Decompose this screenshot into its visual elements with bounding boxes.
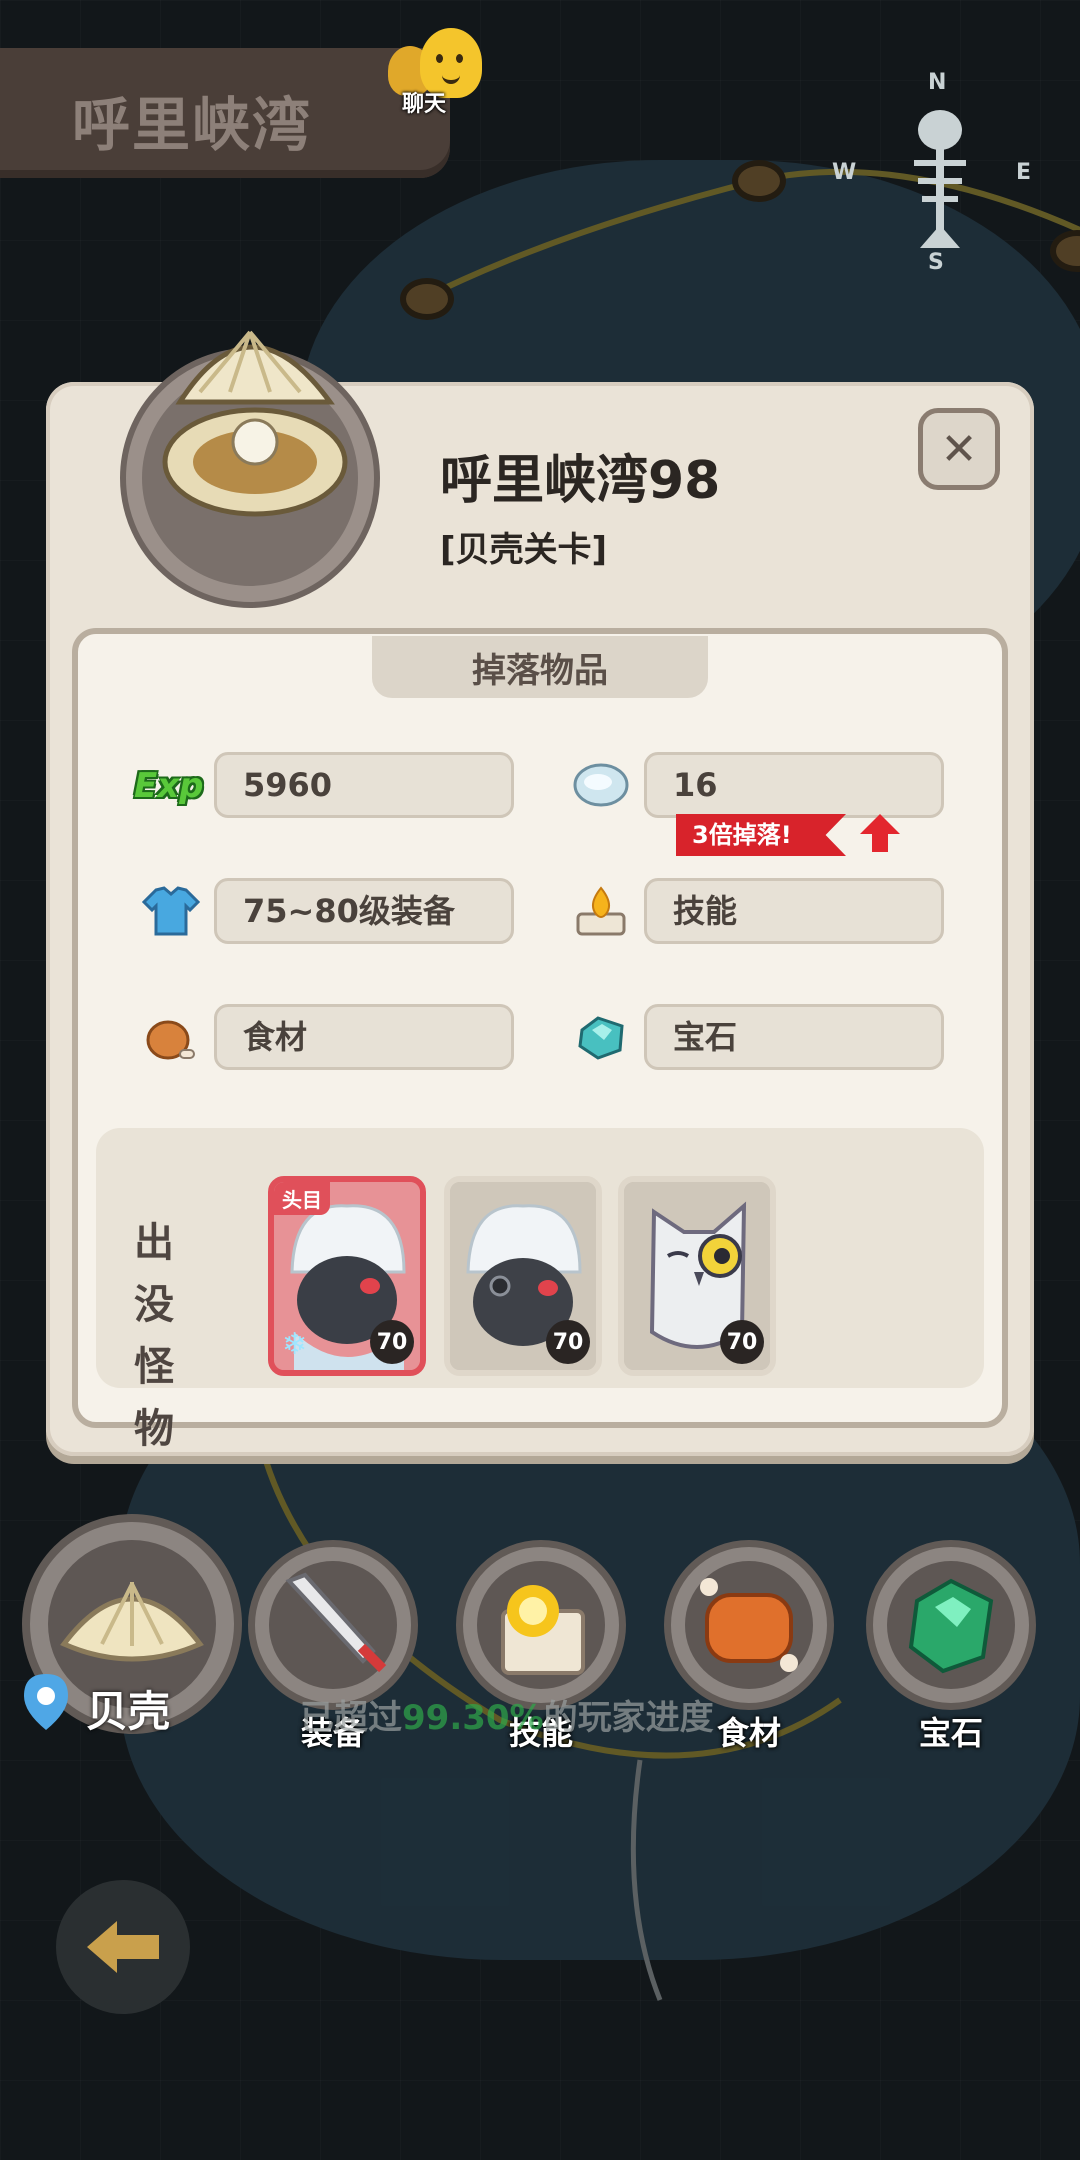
drop-equipment: 75~80级装备 bbox=[134, 878, 534, 944]
stage-title: 呼里峡湾98 bbox=[440, 451, 721, 511]
drop-shell-value: 16 bbox=[644, 752, 944, 818]
drop-equipment-value: 75~80级装备 bbox=[214, 878, 514, 944]
category-button-skill[interactable] bbox=[456, 1540, 626, 1710]
drop-food-value: 食材 bbox=[214, 1004, 514, 1070]
drop-exp-value: 5960 bbox=[214, 752, 514, 818]
gem-icon bbox=[578, 1016, 624, 1060]
fish-skeleton-icon bbox=[914, 110, 966, 248]
drop-gem-value: 宝石 bbox=[644, 1004, 944, 1070]
shell-currency-icon bbox=[573, 763, 629, 807]
skill-flame-icon bbox=[576, 886, 626, 936]
category-button-food[interactable] bbox=[664, 1540, 834, 1710]
drop-food: 食材 bbox=[134, 1004, 534, 1070]
monster-card-yeti-boss[interactable]: 头目 ❄ 70 bbox=[268, 1176, 426, 1376]
shell-icon bbox=[162, 330, 348, 517]
area-title-plate: 呼里峡湾 bbox=[0, 48, 450, 178]
drop-skill: 技能 bbox=[564, 878, 964, 944]
monster-card-yeti[interactable]: 70 bbox=[444, 1176, 602, 1376]
current-location-label: 贝壳 bbox=[86, 1687, 171, 1736]
chat-button[interactable]: 聊天 bbox=[384, 28, 494, 117]
compass-east: E bbox=[1016, 160, 1032, 185]
exp-icon: Exp bbox=[134, 766, 204, 806]
back-arrow-icon bbox=[87, 1921, 159, 1973]
monster-card-owl[interactable]: 70 bbox=[618, 1176, 776, 1376]
sword-icon bbox=[285, 1572, 387, 1673]
drop-exp: Exp 5960 bbox=[134, 752, 534, 818]
skill-scroll-icon bbox=[501, 1585, 585, 1675]
monster-level: 70 bbox=[720, 1320, 764, 1364]
drop-gem: 宝石 bbox=[564, 1004, 964, 1070]
player-progress-text: 已超过99.30%的玩家进度 bbox=[300, 1698, 714, 1738]
food-meat-icon bbox=[146, 1020, 195, 1060]
back-button[interactable] bbox=[56, 1880, 190, 2014]
boss-tag: 头目 bbox=[274, 1182, 330, 1215]
triple-drop-tag: 3倍掉落! bbox=[676, 814, 846, 856]
category-button-gem[interactable] bbox=[866, 1540, 1036, 1710]
stage-icon-frame bbox=[120, 312, 390, 608]
meat-icon bbox=[700, 1578, 798, 1672]
up-arrow-icon bbox=[860, 814, 900, 852]
equipment-shirt-icon bbox=[142, 886, 200, 936]
compass-west: W bbox=[832, 160, 857, 185]
compass-north: N bbox=[928, 70, 947, 95]
monster-level: 70 bbox=[370, 1320, 414, 1364]
drop-shell: 16 bbox=[564, 752, 964, 818]
monsters-label: 出没怪物 bbox=[134, 1220, 174, 1452]
drops-heading: 掉落物品 bbox=[372, 636, 708, 698]
compass: N W E S bbox=[832, 70, 1031, 275]
stage-type: [贝壳关卡] bbox=[440, 530, 608, 570]
category-label-gem: 宝石 bbox=[918, 1714, 983, 1752]
monster-level: 70 bbox=[546, 1320, 590, 1364]
close-icon: ✕ bbox=[940, 423, 978, 475]
frost-icon: ❄ bbox=[282, 1327, 308, 1362]
compass-south: S bbox=[928, 250, 944, 275]
drop-skill-value: 技能 bbox=[644, 878, 944, 944]
close-button[interactable]: ✕ bbox=[918, 408, 1000, 490]
chat-label: 聊天 bbox=[402, 92, 447, 117]
gem-icon bbox=[908, 1578, 994, 1674]
location-pin-icon bbox=[24, 1674, 68, 1730]
area-title: 呼里峡湾 bbox=[72, 91, 313, 159]
category-button-equipment[interactable] bbox=[248, 1540, 418, 1710]
